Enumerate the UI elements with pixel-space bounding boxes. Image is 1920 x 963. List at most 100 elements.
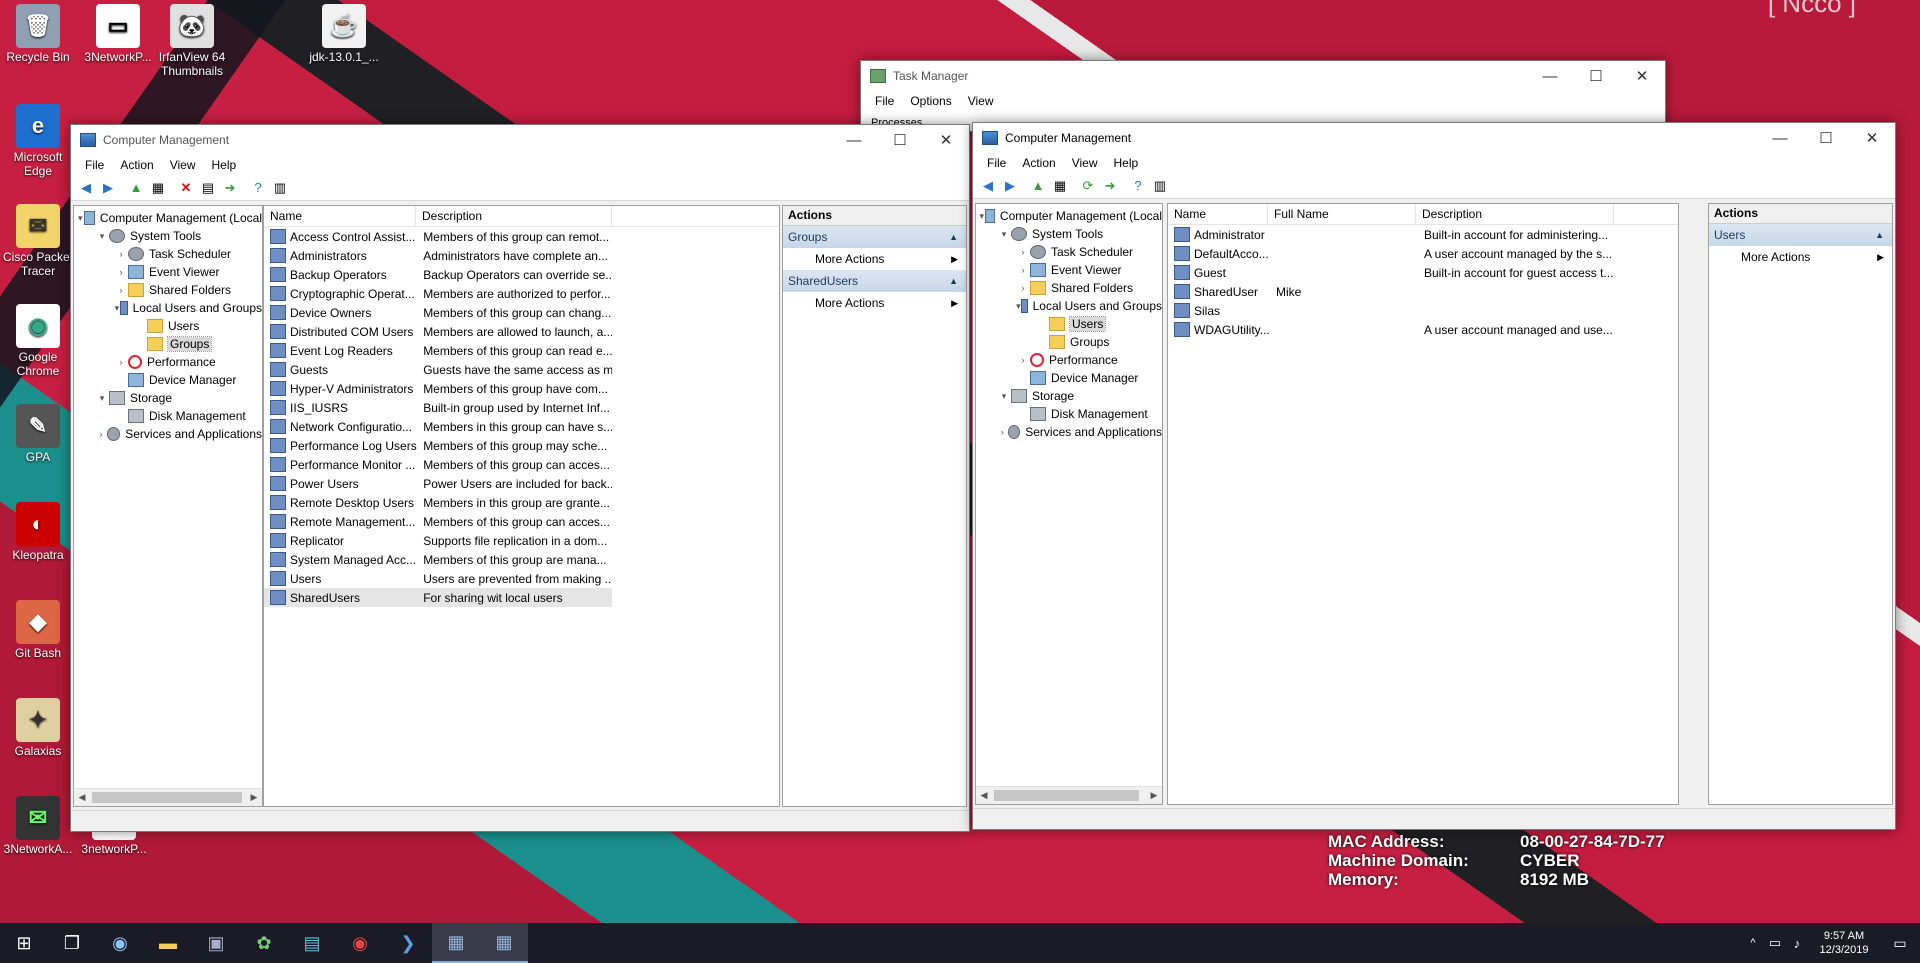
list-item[interactable]: Cryptographic Operat... Members are autho… xyxy=(264,284,612,303)
tree-node[interactable]: Groups xyxy=(74,335,262,353)
tree-node[interactable]: ▾ System Tools xyxy=(74,227,262,245)
taskbar-app-icon[interactable]: ◉ xyxy=(96,923,144,963)
minimize-icon[interactable]: — xyxy=(1757,123,1803,153)
tree-node[interactable]: ▾ Local Users and Groups xyxy=(976,297,1162,315)
chevron-right-icon[interactable]: › xyxy=(95,429,107,439)
menu-options[interactable]: Options xyxy=(902,94,959,108)
list-item[interactable]: Guests Guests have the same access as m..… xyxy=(264,360,612,379)
actions-section-header[interactable]: SharedUsers ▲ xyxy=(783,270,966,292)
list-item[interactable]: Backup Operators Backup Operators can ove… xyxy=(264,265,612,284)
chevron-down-icon[interactable]: ▾ xyxy=(95,393,109,404)
close-icon[interactable]: ✕ xyxy=(923,125,969,155)
computer-management-window-left[interactable]: Computer Management — ☐ ✕ File Action Vi… xyxy=(70,124,970,832)
list-item[interactable]: Network Configuratio... Members in this g… xyxy=(264,417,612,436)
desktop-icon[interactable]: ◐ Kleopatra xyxy=(0,502,76,562)
menu-view[interactable]: View xyxy=(162,158,204,172)
network-icon[interactable]: ▭ xyxy=(1764,923,1786,963)
chevron-down-icon[interactable]: ▾ xyxy=(95,231,109,242)
close-icon[interactable]: ✕ xyxy=(1619,61,1665,91)
list-item[interactable]: Distributed COM Users Members are allowed… xyxy=(264,322,612,341)
desktop-icon[interactable]: ◉ Google Chrome xyxy=(0,304,76,378)
chevron-down-icon[interactable]: ▾ xyxy=(978,211,985,222)
tree-node[interactable]: › Services and Applications xyxy=(976,423,1162,441)
chevron-right-icon[interactable]: › xyxy=(114,285,128,295)
menu-file[interactable]: File xyxy=(979,156,1014,170)
desktop-icon[interactable]: ▭ 3NetworkP... xyxy=(80,4,156,64)
notification-icon[interactable]: ▭ xyxy=(1880,923,1920,963)
tree-node[interactable]: ▾ Local Users and Groups xyxy=(74,299,262,317)
list-item[interactable]: Access Control Assist... Members of this … xyxy=(264,227,612,246)
list-item[interactable]: Hyper-V Administrators Members of this gr… xyxy=(264,379,612,398)
cm-left-titlebar[interactable]: Computer Management — ☐ ✕ xyxy=(71,125,969,155)
help-icon[interactable]: ? xyxy=(1127,176,1149,196)
minimize-icon[interactable]: — xyxy=(831,125,877,155)
column-name[interactable]: Name xyxy=(1168,204,1268,224)
powershell-icon[interactable]: ❯ xyxy=(384,923,432,963)
desktop-icon[interactable]: ◆ Git Bash xyxy=(0,600,76,660)
task-manager-titlebar[interactable]: Task Manager — ☐ ✕ xyxy=(861,61,1665,91)
list-item[interactable]: Performance Monitor ... Members of this g… xyxy=(264,455,612,474)
task-view-icon[interactable]: ❐ xyxy=(48,923,96,963)
tree-node[interactable]: ▾ Storage xyxy=(74,389,262,407)
chevron-right-icon[interactable]: › xyxy=(1016,355,1030,365)
tree-node[interactable]: › Shared Folders xyxy=(976,279,1162,297)
desktop-icon[interactable]: 🐼 IrfanView 64 Thumbnails xyxy=(154,4,230,78)
file-explorer-icon[interactable]: ▬ xyxy=(144,923,192,963)
menu-action[interactable]: Action xyxy=(1014,156,1063,170)
scroll-right-icon[interactable]: ▶ xyxy=(1146,790,1162,801)
menu-help[interactable]: Help xyxy=(204,158,245,172)
menu-action[interactable]: Action xyxy=(112,158,161,172)
chevron-right-icon[interactable]: › xyxy=(114,267,128,277)
clock[interactable]: 9:57 AM 12/3/2019 xyxy=(1808,929,1880,957)
show-hide-tree-icon[interactable]: ▦ xyxy=(147,178,169,198)
tree-node[interactable]: › Event Viewer xyxy=(74,263,262,281)
column-description[interactable]: Description xyxy=(1416,204,1614,224)
desktop-icon[interactable]: ✦ Galaxias xyxy=(0,698,76,758)
list-item[interactable]: Silas xyxy=(1168,301,1678,320)
maximize-icon[interactable]: ☐ xyxy=(877,125,923,155)
back-arrow-icon[interactable]: ◀ xyxy=(75,178,97,198)
scroll-right-icon[interactable]: ▶ xyxy=(246,792,262,803)
show-hide-tree-icon[interactable]: ▦ xyxy=(1049,176,1071,196)
list-item[interactable]: Administrator Built-in account for admini… xyxy=(1168,225,1678,244)
collapse-icon[interactable]: ▲ xyxy=(949,226,958,248)
collapse-icon[interactable]: ▲ xyxy=(949,270,958,292)
menu-help[interactable]: Help xyxy=(1106,156,1147,170)
menu-file[interactable]: File xyxy=(867,94,902,108)
chevron-right-icon[interactable]: › xyxy=(1016,265,1030,275)
chevron-down-icon[interactable]: ▾ xyxy=(997,391,1011,402)
up-folder-icon[interactable]: ▲ xyxy=(125,178,147,198)
tree-node[interactable]: ▾ Storage xyxy=(976,387,1162,405)
desktop-icon[interactable]: 🗑 Recycle Bin xyxy=(0,4,76,64)
show-action-pane-icon[interactable]: ▥ xyxy=(1149,176,1171,196)
tree-horizontal-scrollbar[interactable]: ◀ ▶ xyxy=(74,788,262,806)
list-item[interactable]: SharedUsers For sharing wit local users xyxy=(264,588,612,607)
chevron-right-icon[interactable]: › xyxy=(114,249,128,259)
list-item[interactable]: Power Users Power Users are included for … xyxy=(264,474,612,493)
list-item[interactable]: SharedUser Mike xyxy=(1168,282,1678,301)
desktop-icon[interactable]: ✉ 3NetworkA... xyxy=(0,796,76,856)
export-list-icon[interactable]: ➜ xyxy=(219,178,241,198)
taskbar-app-icon[interactable]: ▣ xyxy=(192,923,240,963)
column-full-name[interactable]: Full Name xyxy=(1268,204,1416,224)
list-item[interactable]: Guest Built-in account for guest access t… xyxy=(1168,263,1678,282)
volume-icon[interactable]: ♪ xyxy=(1786,923,1808,963)
tree-node[interactable]: › Event Viewer xyxy=(976,261,1162,279)
tree-node[interactable]: Device Manager xyxy=(74,371,262,389)
maximize-icon[interactable]: ☐ xyxy=(1573,61,1619,91)
chevron-right-icon[interactable]: › xyxy=(1016,247,1030,257)
tree-node[interactable]: ▾ System Tools xyxy=(976,225,1162,243)
chevron-down-icon[interactable]: ▾ xyxy=(997,229,1011,240)
list-item[interactable]: IIS_IUSRS Built-in group used by Internet… xyxy=(264,398,612,417)
maximize-icon[interactable]: ☐ xyxy=(1803,123,1849,153)
chevron-right-icon[interactable]: › xyxy=(1016,283,1030,293)
forward-arrow-icon[interactable]: ▶ xyxy=(97,178,119,198)
list-item[interactable]: Performance Log Users Members of this gro… xyxy=(264,436,612,455)
more-actions-item[interactable]: More Actions ▶ xyxy=(783,248,966,270)
desktop-icon[interactable]: e Microsoft Edge xyxy=(0,104,76,178)
list-item[interactable]: DefaultAcco... A user account managed by … xyxy=(1168,244,1678,263)
refresh-icon[interactable]: ⟳ xyxy=(1077,176,1099,196)
back-arrow-icon[interactable]: ◀ xyxy=(977,176,999,196)
desktop-icon[interactable]: ✉ Cisco Packet Tracer xyxy=(0,204,76,278)
taskbar-app-icon[interactable]: ▤ xyxy=(288,923,336,963)
